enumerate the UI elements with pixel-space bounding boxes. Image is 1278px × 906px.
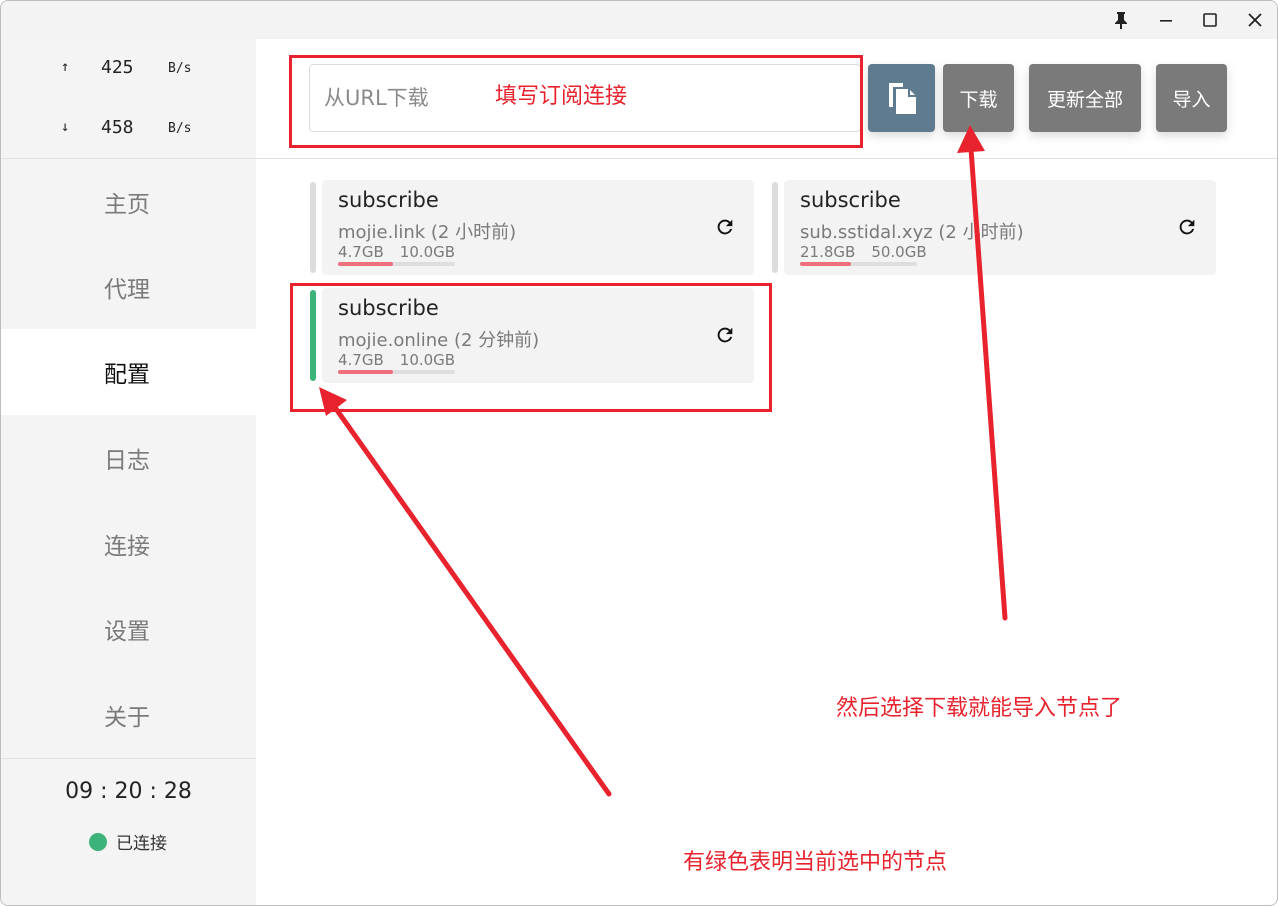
annotation-selected-hint: 有绿色表明当前选中的节点 [683,850,948,875]
profile-source: sub.sstidal.xyz (2 小时前) [800,222,1024,243]
refresh-icon[interactable] [1174,214,1200,240]
app-window: ↑ 425 B/s ↓ 458 B/s 主页 代理 配置 日志 连接 设置 关于… [0,0,1278,906]
download-speed: ↓ 458 B/s [1,109,256,149]
toolbar-divider [256,158,1277,159]
download-speed-value: 458 [101,117,134,138]
selection-bar [310,182,316,273]
arrow-to-selected-profile [331,403,612,797]
import-button[interactable]: 导入 [1156,64,1227,132]
download-arrow-icon: ↓ [61,119,70,135]
upload-arrow-icon: ↑ [61,59,70,75]
profile-name: subscribe [338,188,439,212]
maximize-icon[interactable] [1195,5,1225,35]
sidebar-divider-bottom [1,758,256,759]
profile-card[interactable]: subscribe mojie.link (2 小时前) 4.7GB 10.0GB [310,180,754,275]
status-dot-icon [89,832,107,851]
annotation-box-selected [290,283,772,412]
clock: 09 : 20 : 28 [65,779,192,804]
title-bar [1,1,1277,39]
pin-icon[interactable] [1106,5,1136,35]
sidebar: ↑ 425 B/s ↓ 458 B/s 主页 代理 配置 日志 连接 设置 关于 [1,39,256,905]
nav-item-settings[interactable]: 设置 [1,586,256,672]
profile-name: subscribe [800,188,901,212]
profile-total: 10.0GB [399,243,456,261]
paste-button[interactable] [868,64,935,132]
profile-card[interactable]: subscribe sub.sstidal.xyz (2 小时前) 21.8GB… [772,180,1216,275]
profile-source: mojie.link (2 小时前) [338,222,517,243]
nav-item-profiles[interactable]: 配置 [1,329,256,415]
download-speed-unit: B/s [168,121,192,136]
selection-bar [772,182,778,273]
nav-item-connections[interactable]: 连接 [1,501,256,587]
upload-speed: ↑ 425 B/s [1,49,256,89]
usage-progress [800,262,917,266]
annotation-url-hint: 填写订阅连接 [495,84,628,109]
annotation-download-hint: 然后选择下载就能导入节点了 [836,696,1123,721]
profile-used: 21.8GB [800,243,856,261]
close-icon[interactable] [1240,5,1270,35]
update-all-button[interactable]: 更新全部 [1029,64,1141,132]
profile-usage: 4.7GB 10.0GB [338,243,455,261]
nav-item-home[interactable]: 主页 [1,159,256,245]
download-button[interactable]: 下载 [943,64,1014,132]
connection-status-label: 已连接 [116,834,167,854]
connection-status: 已连接 [89,829,167,854]
profile-usage: 21.8GB 50.0GB [800,243,927,261]
usage-progress-fill [800,262,851,266]
minimize-icon[interactable] [1151,5,1181,35]
refresh-icon[interactable] [712,214,738,240]
usage-progress [338,262,455,266]
upload-speed-unit: B/s [168,61,192,76]
upload-speed-value: 425 [101,57,134,78]
usage-progress-fill [338,262,393,266]
nav-item-logs[interactable]: 日志 [1,415,256,501]
nav-item-about[interactable]: 关于 [1,672,256,758]
nav-item-proxy[interactable]: 代理 [1,244,256,330]
paste-icon [888,83,916,114]
profile-total: 50.0GB [871,243,927,261]
profile-used: 4.7GB [338,243,384,261]
